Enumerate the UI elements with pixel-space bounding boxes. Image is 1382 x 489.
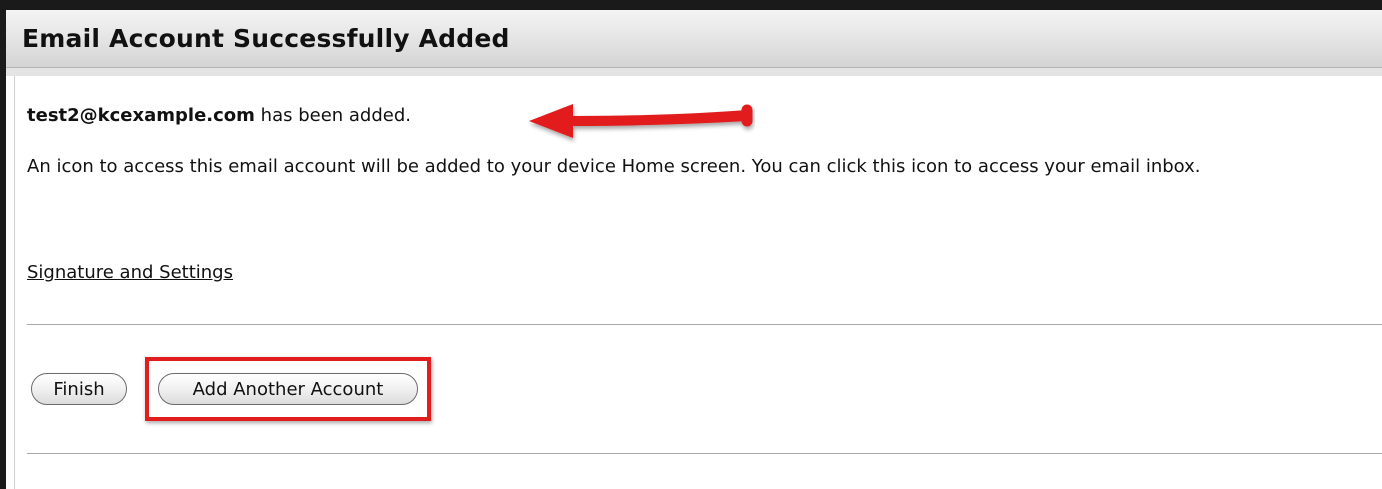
signature-settings-link[interactable]: Signature and Settings <box>27 262 233 283</box>
annotation-arrow-icon <box>529 104 753 138</box>
info-text: An icon to access this email account wil… <box>27 156 1201 177</box>
dialog-title: Email Account Successfully Added <box>22 24 510 53</box>
annotation-highlight-box <box>145 357 431 421</box>
dialog-header: Email Account Successfully Added <box>6 10 1382 68</box>
confirmation-message: test2@kcexample.com has been added. <box>27 105 411 126</box>
divider-bottom <box>27 453 1382 454</box>
header-separator <box>6 68 1382 76</box>
confirmation-suffix: has been added. <box>260 105 412 126</box>
dialog-content: test2@kcexample.com has been added. An i… <box>14 76 1382 489</box>
added-email: test2@kcexample.com <box>27 105 255 126</box>
finish-button[interactable]: Finish <box>31 373 127 405</box>
divider-top <box>27 324 1382 325</box>
